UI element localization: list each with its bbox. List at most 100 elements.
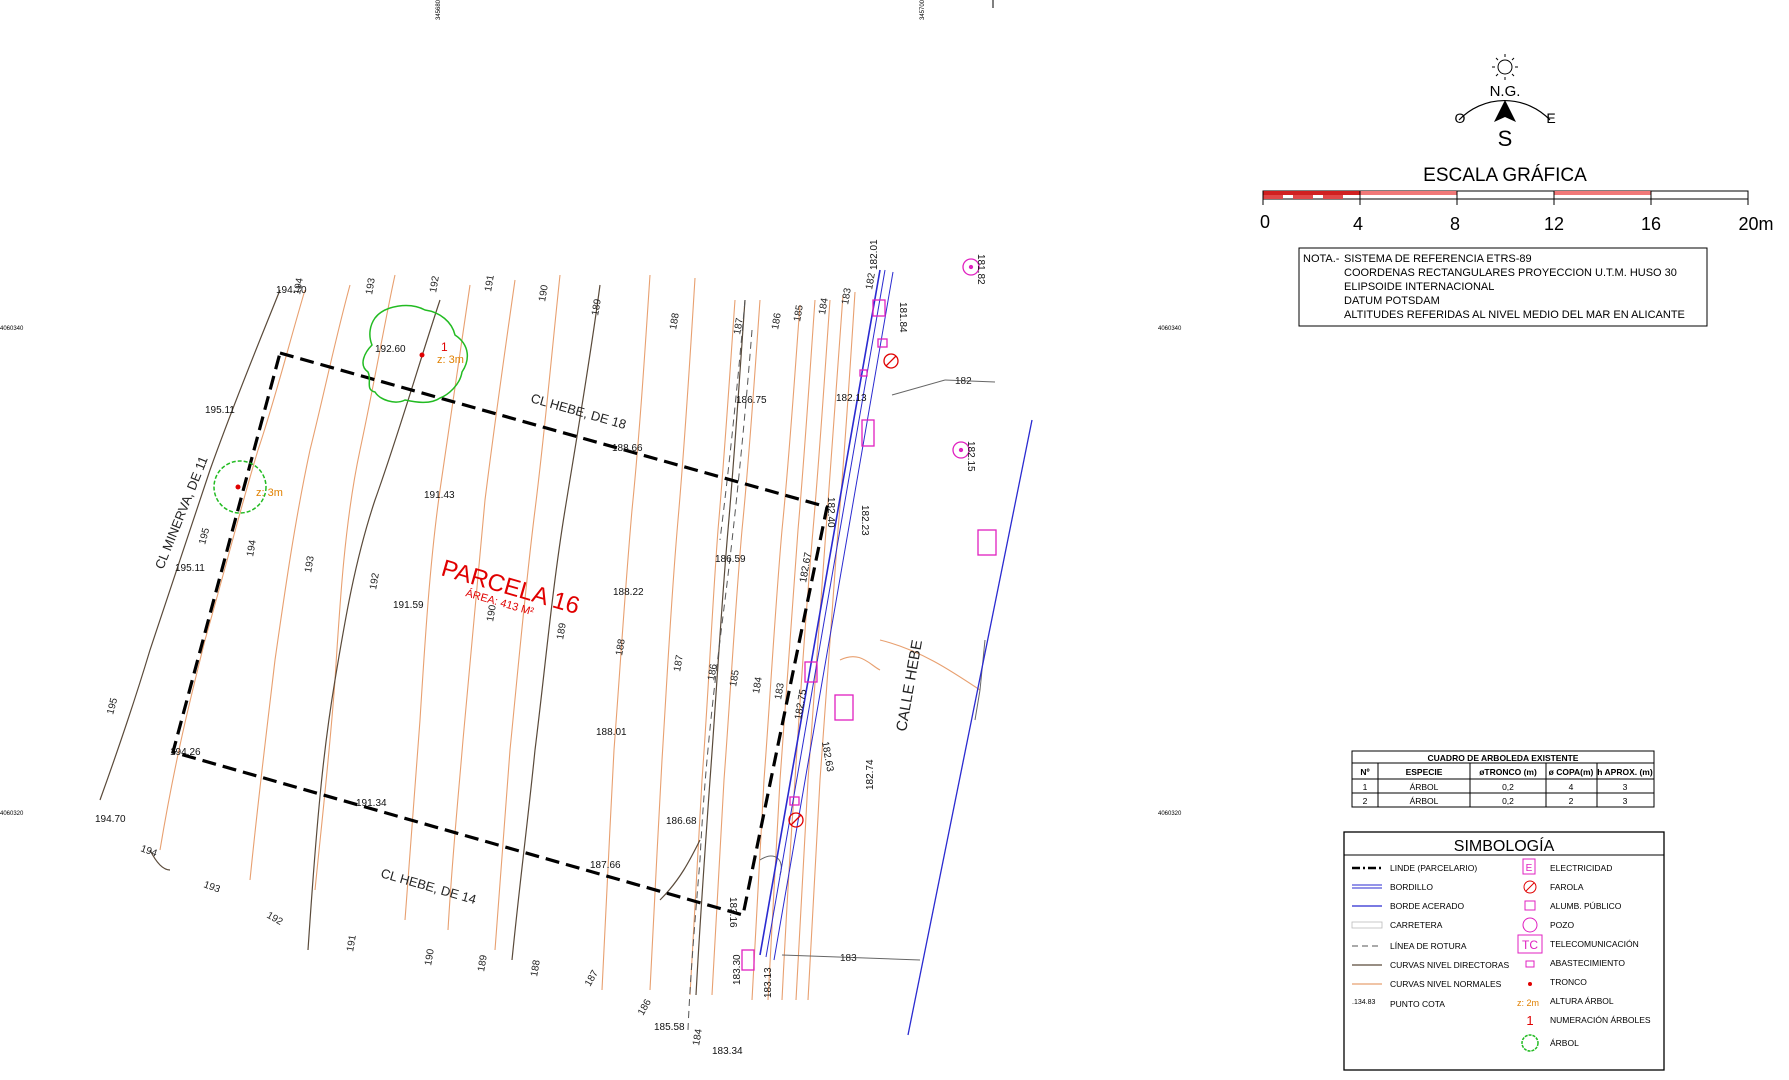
- tree-table-cell: 3: [1623, 796, 1628, 806]
- spot-height: 191.43: [424, 490, 455, 501]
- contour-label: 189: [476, 954, 490, 973]
- spot-height: 194.70: [276, 285, 307, 296]
- contour-label: 183: [840, 953, 857, 964]
- telecom-icon: [977, 529, 997, 556]
- legend-label: BORDILLO: [1390, 882, 1433, 892]
- spot-height: 182.75: [793, 688, 809, 720]
- tree-table-cell: 4: [1569, 782, 1574, 792]
- compass-north: N.G.: [1490, 83, 1521, 100]
- spot-height: 183.30: [732, 954, 743, 985]
- contour-label: 182: [955, 376, 972, 387]
- contour-label: 192: [428, 275, 442, 294]
- public-lighting-icon: [877, 338, 888, 348]
- reference-note: NOTA.- SISTEMA DE REFERENCIA ETRS-89 COO…: [1298, 247, 1708, 327]
- coord-y2-right: 4060320: [1158, 811, 1182, 817]
- contour-label: 191: [483, 274, 497, 293]
- legend-electricity-letter: E: [1526, 863, 1533, 874]
- legend: SIMBOLOGÍA .134.83 LINDE (PARCELARIO) BO…: [1343, 831, 1665, 1071]
- spot-height: 194.70: [95, 814, 126, 825]
- spot-height: 181.82: [975, 254, 986, 285]
- coord-y2-left: 4060320: [0, 811, 24, 817]
- contour-label: 190: [423, 948, 437, 967]
- utility-symbols: [741, 258, 997, 971]
- cadastral-plan: 345680 345700 4060340 4060320 4060340 40…: [0, 0, 1774, 1071]
- compass-east: E: [1546, 110, 1555, 126]
- contour-label: 188: [614, 638, 628, 657]
- contour-label: 185: [728, 669, 742, 688]
- road-lines: [759, 379, 996, 961]
- street-labels: CL HEBE, DE 18 CL HEBE, DE 14 CL MINERVA…: [152, 390, 926, 907]
- legend-label: ALUMB. PÚBLICO: [1550, 901, 1622, 911]
- legend-label: ALTURA ÁRBOL: [1550, 996, 1614, 1006]
- tree-table-header: Nº: [1360, 767, 1369, 777]
- tree-table-cell: 0,2: [1502, 796, 1514, 806]
- legend-label: TRONCO: [1550, 977, 1587, 987]
- legend-label: ÁRBOL: [1550, 1038, 1579, 1048]
- note-line: SISTEMA DE REFERENCIA ETRS-89: [1344, 253, 1532, 265]
- scale-tick: 12: [1544, 214, 1564, 234]
- tree-table-cell: 2: [1363, 796, 1368, 806]
- scale-tick: 16: [1641, 214, 1661, 234]
- contour-label: 189: [555, 622, 569, 641]
- sun-icon: [1497, 59, 1513, 75]
- spot-height: 186.75: [736, 395, 767, 406]
- contour-label: 193: [303, 555, 317, 574]
- spot-height: 182.23: [859, 505, 870, 536]
- contour-label: 189: [590, 298, 604, 317]
- spot-height: 181.84: [897, 302, 908, 333]
- tree-table-cell: ÁRBOL: [1410, 782, 1439, 792]
- spot-heights: 194.70 192.60 195.11 195.11 191.43 191.5…: [95, 239, 986, 1057]
- legend-manhole-icon: [1522, 917, 1538, 933]
- legend-public-lighting-icon: [1524, 900, 1536, 911]
- contour-label: 187: [672, 654, 686, 673]
- tree-table-header: ESPECIE: [1406, 767, 1443, 777]
- spot-height: 188.22: [613, 587, 644, 598]
- legend-tree-height-sample: z: 2m: [1517, 998, 1539, 1008]
- contour-label: 186: [770, 312, 784, 331]
- spot-height: 182.15: [965, 441, 976, 472]
- spot-height: 188.01: [596, 727, 627, 738]
- note-prefix: NOTA.-: [1303, 253, 1340, 265]
- spot-height: 185.58: [654, 1022, 685, 1033]
- legend-tree-number-sample: 1: [1526, 1013, 1533, 1028]
- spot-height: 188.66: [612, 443, 643, 454]
- legend-label: FAROLA: [1550, 882, 1584, 892]
- legend-water-supply-icon: [1525, 960, 1535, 968]
- contour-label: 186: [706, 663, 720, 682]
- spot-height: 191.59: [393, 600, 424, 611]
- contour-label: 184: [691, 1028, 705, 1047]
- legend-label: LINDE (PARCELARIO): [1390, 863, 1477, 873]
- contour-label: 194: [245, 539, 259, 558]
- spot-height: 194.26: [170, 747, 201, 758]
- contour-label: 192: [368, 572, 382, 591]
- tree-table-cell: 2: [1569, 796, 1574, 806]
- tree-table-title: CUADRO DE ARBOLEDA EXISTENTE: [1428, 753, 1579, 763]
- legend-label: CURVAS NIVEL DIRECTORAS: [1390, 960, 1510, 970]
- contour-label: 182: [864, 272, 878, 291]
- coord-x2: 345700: [920, 0, 926, 20]
- contour-label: 183: [773, 682, 787, 701]
- electricity-icon: [741, 949, 755, 971]
- tree-table-cell: 3: [1623, 782, 1628, 792]
- spot-height: 183.13: [763, 967, 774, 998]
- coord-y1-right: 4060340: [1158, 326, 1182, 332]
- legend-telecom-letters: TC: [1522, 938, 1538, 952]
- tree-2-height: z: 3m: [256, 487, 283, 499]
- tree-table-cell: ÁRBOL: [1410, 796, 1439, 806]
- street-label-minerva: CL MINERVA, DE 11: [152, 454, 211, 571]
- legend-symbol-road: [1351, 921, 1383, 929]
- spot-height: 182.74: [865, 759, 876, 790]
- contour-label: 191: [345, 934, 359, 953]
- spot-height: 182.40: [825, 497, 836, 528]
- legend-label: CARRETERA: [1390, 920, 1443, 930]
- contour-label: 195: [105, 696, 120, 715]
- scale-title: ESCALA GRÁFICA: [1423, 165, 1587, 186]
- legend-label: PUNTO COTA: [1390, 999, 1445, 1009]
- note-line: ALTITUDES REFERIDAS AL NIVEL MEDIO DEL M…: [1344, 309, 1685, 321]
- spot-height: 195.11: [175, 563, 205, 574]
- legend-title: SIMBOLOGÍA: [1454, 836, 1555, 855]
- scale-tick: 4: [1353, 214, 1363, 234]
- spot-height: 182.13: [836, 393, 867, 404]
- contour-label: 183: [840, 287, 854, 306]
- spot-height: 191.34: [356, 798, 387, 809]
